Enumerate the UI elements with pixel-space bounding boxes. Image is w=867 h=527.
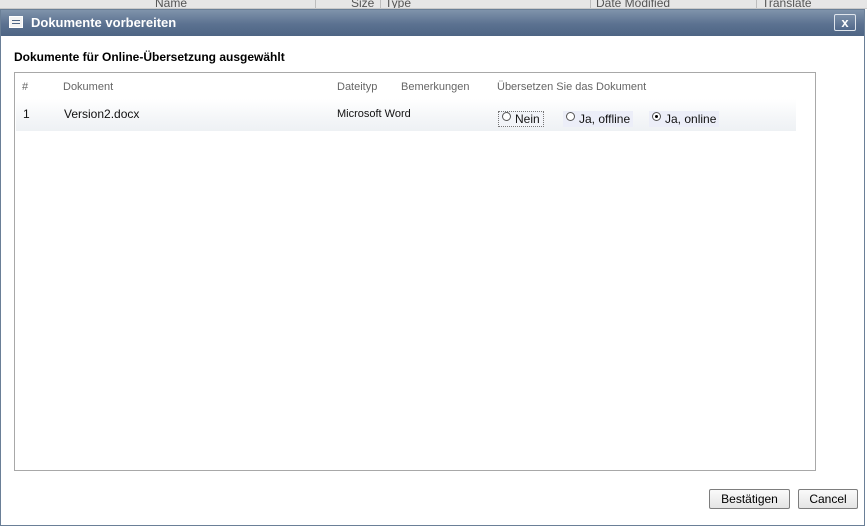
table-row: 1 Version2.docx Microsoft Word Nein Ja, …: [16, 99, 796, 131]
bg-col-separator: [315, 0, 316, 8]
option-online-label: Ja, online: [665, 112, 717, 126]
background-table-header: Name Size Type Date Modified Translate: [0, 0, 867, 9]
row-document-name: Version2.docx: [64, 107, 140, 121]
bg-col-size: Size: [351, 0, 375, 9]
cancel-button[interactable]: Cancel: [798, 489, 858, 509]
dialog-title: Dokumente vorbereiten: [31, 15, 177, 30]
dialog-titlebar[interactable]: Dokumente vorbereiten x: [1, 10, 864, 36]
option-no[interactable]: Nein: [498, 111, 544, 127]
option-offline[interactable]: Ja, offline: [563, 111, 634, 127]
option-no-label: Nein: [515, 112, 540, 126]
header-remarks: Bemerkungen: [401, 81, 470, 93]
header-filetype: Dateityp: [337, 81, 378, 93]
document-list-icon: [9, 16, 23, 28]
bg-col-separator: [756, 0, 757, 8]
radio-offline-icon[interactable]: [566, 112, 575, 121]
confirm-button[interactable]: Bestätigen: [709, 489, 790, 509]
documents-table: # Dokument Dateityp Bemerkungen Übersetz…: [14, 72, 816, 471]
option-offline-label: Ja, offline: [579, 112, 631, 126]
section-title: Dokumente für Online-Übersetzung ausgewä…: [14, 50, 285, 64]
bg-col-name: Name: [155, 0, 188, 9]
header-document: Dokument: [63, 81, 114, 93]
bg-col-date-modified: Date Modified: [596, 0, 671, 9]
header-translate: Übersetzen Sie das Dokument: [497, 81, 647, 93]
bg-col-type: Type: [385, 0, 412, 9]
prepare-documents-dialog: Dokumente vorbereiten x Dokumente für On…: [0, 9, 865, 526]
header-number: #: [22, 81, 29, 93]
radio-online-icon[interactable]: [652, 112, 661, 121]
bg-col-translate: Translate: [762, 0, 812, 9]
row-filetype: Microsoft Word: [337, 108, 411, 120]
row-number: 1: [23, 107, 30, 121]
option-online[interactable]: Ja, online: [649, 111, 720, 127]
close-button[interactable]: x: [834, 14, 856, 31]
bg-col-separator: [380, 0, 381, 8]
radio-no-icon[interactable]: [502, 112, 511, 121]
bg-col-separator: [590, 0, 591, 8]
